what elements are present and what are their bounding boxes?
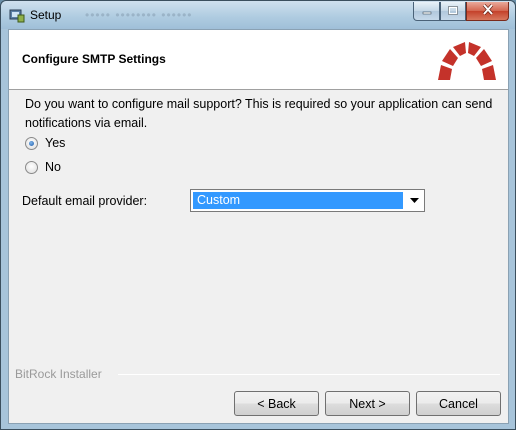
radio-no[interactable]: No <box>25 160 61 174</box>
maximize-icon <box>448 4 458 18</box>
installer-brand-label: BitRock Installer <box>15 367 102 381</box>
dialog-client-area: Configure SMTP Settings Do you want to c… <box>8 29 509 424</box>
email-provider-select[interactable]: Custom <box>190 189 425 212</box>
title-bar[interactable]: Setup ••••• •••••••• •••••• <box>1 1 515 29</box>
email-provider-selected-value: Custom <box>193 192 403 209</box>
back-button[interactable]: < Back <box>234 391 319 416</box>
cancel-button[interactable]: Cancel <box>416 391 501 416</box>
window-title: Setup <box>30 8 62 22</box>
radio-yes[interactable]: Yes <box>25 136 65 150</box>
close-icon <box>482 3 494 18</box>
radio-no-indicator[interactable] <box>25 160 38 174</box>
window-title-ghost: ••••• •••••••• •••••• <box>85 8 193 22</box>
chevron-down-icon[interactable] <box>404 190 424 211</box>
maximize-button[interactable] <box>440 2 466 21</box>
setup-window: Setup ••••• •••••••• •••••• Configure SM… <box>0 0 516 430</box>
installer-app-icon <box>9 7 25 23</box>
provider-label: Default email provider: <box>22 194 148 208</box>
minimize-icon <box>422 4 432 18</box>
mail-support-question: Do you want to configure mail support? T… <box>25 97 493 130</box>
redmine-logo-icon <box>436 36 498 82</box>
radio-yes-label: Yes <box>45 136 66 150</box>
minimize-button[interactable] <box>413 2 440 21</box>
close-button[interactable] <box>466 2 509 21</box>
next-button[interactable]: Next > <box>325 391 410 416</box>
footer-divider <box>118 374 500 375</box>
wizard-header: Configure SMTP Settings <box>9 30 508 90</box>
radio-no-label: No <box>45 160 61 174</box>
page-title: Configure SMTP Settings <box>22 52 166 66</box>
radio-yes-indicator[interactable] <box>25 136 38 150</box>
